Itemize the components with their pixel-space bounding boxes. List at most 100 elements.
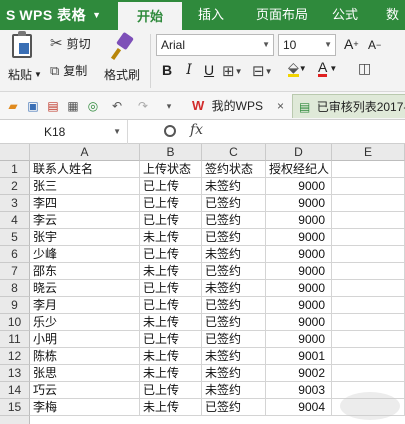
clear-format-button[interactable]: ◫ [358, 60, 371, 77]
cell-c[interactable]: 未签约 [202, 178, 266, 195]
cell-e[interactable] [332, 195, 405, 212]
cell-e[interactable] [332, 212, 405, 229]
cell-c[interactable]: 已签约 [202, 229, 266, 246]
font-color-button[interactable]: A ▼ [318, 60, 337, 77]
tab-page-layout[interactable]: 页面布局 [246, 0, 318, 30]
cell-b[interactable]: 未上传 [140, 365, 202, 382]
copy-button[interactable]: ⧉ 复制 [50, 62, 87, 79]
cell-c[interactable]: 已签约 [202, 399, 266, 416]
cell-a[interactable]: 少峰 [30, 246, 140, 263]
cell-a[interactable]: 晓云 [30, 280, 140, 297]
cell-e[interactable] [332, 365, 405, 382]
tab-data[interactable]: 数 [380, 0, 405, 30]
cell-b[interactable]: 未上传 [140, 399, 202, 416]
column-header-c[interactable]: C [202, 144, 266, 161]
cell-a[interactable]: 李月 [30, 297, 140, 314]
shrink-font-button[interactable]: A − [368, 38, 381, 52]
cell-b[interactable]: 已上传 [140, 212, 202, 229]
grow-font-button[interactable]: A + [344, 36, 359, 52]
format-painter-button[interactable]: 格式刷 [104, 66, 140, 83]
paste-button[interactable]: 粘贴 ▼ [8, 66, 42, 83]
cell-e[interactable] [332, 280, 405, 297]
merge-button[interactable]: ⊟ ▼ [252, 62, 273, 80]
cell-d[interactable]: 9000 [266, 246, 332, 263]
cell-a[interactable]: 乐少 [30, 314, 140, 331]
print-preview-icon[interactable]: ◎ [86, 99, 100, 113]
cell-a[interactable]: 巧云 [30, 382, 140, 399]
cell-e[interactable] [332, 348, 405, 365]
doc-tab-home[interactable]: W 我的WPS × [186, 94, 288, 118]
cell-e[interactable] [332, 178, 405, 195]
cell-d[interactable]: 9000 [266, 297, 332, 314]
search-icon[interactable] [164, 125, 176, 137]
cell-a[interactable]: 张宇 [30, 229, 140, 246]
cell-d[interactable]: 9000 [266, 314, 332, 331]
cell-c[interactable]: 未签约 [202, 348, 266, 365]
insert-function-button[interactable]: fx [190, 122, 203, 138]
cell-c[interactable]: 未签约 [202, 280, 266, 297]
print-icon[interactable]: ▦ [66, 99, 80, 113]
cell-c[interactable]: 已签约 [202, 297, 266, 314]
cell-a[interactable]: 张三 [30, 178, 140, 195]
cell-e[interactable] [332, 331, 405, 348]
cell-e[interactable] [332, 229, 405, 246]
cell-c[interactable]: 已签约 [202, 195, 266, 212]
paste-icon[interactable] [12, 31, 32, 58]
row-header[interactable]: 6 [0, 246, 30, 263]
row-header[interactable]: 2 [0, 178, 30, 195]
cell-d[interactable]: 授权经纪人 [266, 161, 332, 178]
cell-e[interactable] [332, 246, 405, 263]
cell-a[interactable]: 李梅 [30, 399, 140, 416]
open-folder-icon[interactable]: ▰ [6, 99, 20, 113]
cell-c[interactable]: 已签约 [202, 212, 266, 229]
cell-c[interactable]: 签约状态 [202, 161, 266, 178]
column-header-b[interactable]: B [140, 144, 202, 161]
cell-c[interactable]: 未签约 [202, 365, 266, 382]
cell-b[interactable]: 已上传 [140, 178, 202, 195]
cell-e[interactable] [332, 297, 405, 314]
cell-b[interactable]: 已上传 [140, 297, 202, 314]
cell-e[interactable] [332, 161, 405, 178]
cut-button[interactable]: ✂ 剪切 [50, 34, 91, 52]
name-box[interactable]: K18 ▼ [0, 120, 128, 144]
row-header[interactable]: 8 [0, 280, 30, 297]
cell-b[interactable]: 未上传 [140, 229, 202, 246]
select-all-corner[interactable] [0, 144, 30, 161]
cell-c[interactable]: 已签约 [202, 331, 266, 348]
row-header[interactable]: 7 [0, 263, 30, 280]
row-header[interactable]: 5 [0, 229, 30, 246]
spreadsheet-grid[interactable]: A B C D E 1 联系人姓名 上传状态 签约状态 授权经纪人 2 张三 已上传 未签约 90… [0, 144, 405, 424]
cell-b[interactable]: 已上传 [140, 246, 202, 263]
cell-b[interactable]: 已上传 [140, 280, 202, 297]
cell-d[interactable]: 9000 [266, 331, 332, 348]
font-family-select[interactable]: Arial ▼ [156, 34, 274, 56]
row-header[interactable]: 14 [0, 382, 30, 399]
bold-button[interactable]: B [158, 62, 176, 78]
cell-c[interactable]: 未签约 [202, 246, 266, 263]
doc-tab-current[interactable]: ▤ 已审核列表2017- [292, 94, 405, 118]
row-header[interactable]: 1 [0, 161, 30, 178]
cell-a[interactable]: 邵东 [30, 263, 140, 280]
cell-a[interactable]: 小明 [30, 331, 140, 348]
cell-d[interactable]: 9004 [266, 399, 332, 416]
italic-button[interactable]: I [180, 62, 198, 78]
save-icon[interactable]: ▣ [26, 99, 40, 113]
row-header[interactable]: 13 [0, 365, 30, 382]
column-header-e[interactable]: E [332, 144, 405, 161]
cell-a[interactable]: 张思 [30, 365, 140, 382]
close-icon[interactable]: × [277, 94, 284, 118]
app-menu-button[interactable]: S WPS 表格 ▼ [0, 0, 112, 30]
row-header[interactable]: 3 [0, 195, 30, 212]
format-painter-icon[interactable] [112, 34, 134, 60]
cell-d[interactable]: 9000 [266, 212, 332, 229]
borders-button[interactable]: ⊞ ▼ [222, 62, 243, 80]
cell-b[interactable]: 上传状态 [140, 161, 202, 178]
export-pdf-icon[interactable]: ▤ [46, 99, 60, 113]
underline-button[interactable]: U [200, 62, 218, 78]
cell-b[interactable]: 已上传 [140, 195, 202, 212]
cell-d[interactable]: 9000 [266, 280, 332, 297]
cell-a[interactable]: 李云 [30, 212, 140, 229]
tab-formula[interactable]: 公式 [322, 0, 368, 30]
font-size-select[interactable]: 10 ▼ [278, 34, 336, 56]
cell-b[interactable]: 未上传 [140, 314, 202, 331]
